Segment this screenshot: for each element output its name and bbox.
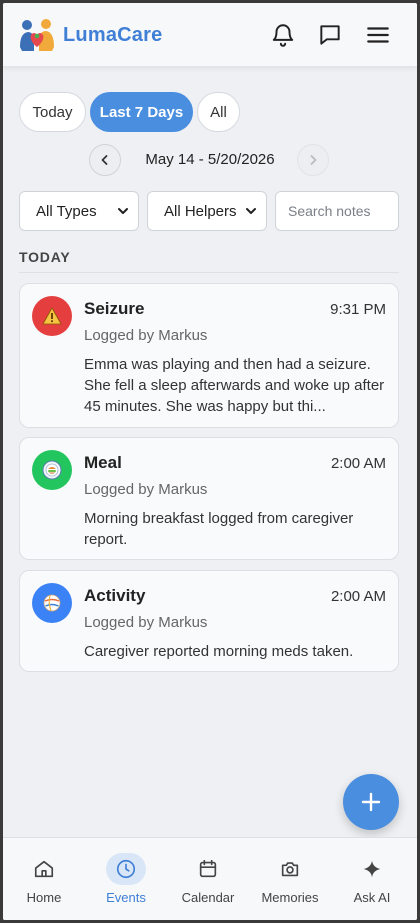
calendar-icon	[188, 853, 228, 885]
event-time: 9:31 PM	[330, 301, 386, 318]
search-notes-input[interactable]	[275, 191, 399, 231]
sparkle-icon	[352, 853, 392, 885]
chat-icon[interactable]	[317, 22, 343, 48]
event-description: Morning breakfast logged from caregiver …	[84, 510, 354, 548]
app-frame: LumaCare Today Last 7 Days All May 14 - …	[3, 3, 417, 920]
tab-today[interactable]: Today	[19, 92, 86, 132]
tab-last-7-days[interactable]: Last 7 Days	[90, 92, 193, 132]
ball-icon	[32, 583, 72, 623]
event-time: 2:00 AM	[330, 588, 386, 605]
chevron-down-icon	[118, 208, 128, 214]
type-filter-value: All Types	[36, 202, 97, 220]
nav-item-calendar[interactable]: Calendar	[167, 838, 249, 920]
home-icon	[24, 853, 64, 885]
event-card-activity[interactable]: Activity 2:00 AM Logged by Markus Caregi…	[19, 570, 399, 672]
chevron-right-icon	[310, 155, 317, 165]
date-range-label: May 14 - 5/20/2026	[145, 151, 275, 168]
event-description: Emma was playing and then had a seizure.…	[84, 356, 385, 415]
nav-item-memories[interactable]: Memories	[249, 838, 331, 920]
event-logged-by: Logged by Markus	[84, 481, 208, 498]
event-card-seizure[interactable]: Seizure 9:31 PM Logged by Markus Emma wa…	[19, 283, 399, 428]
event-type: Meal	[84, 453, 122, 472]
type-filter-select[interactable]: All Types	[19, 191, 139, 231]
bottom-navigation: Home Events Calendar Memories Ask AI	[3, 837, 417, 920]
tab-all[interactable]: All	[197, 92, 240, 132]
app-name: LumaCare	[63, 24, 163, 46]
next-range-button[interactable]	[297, 144, 329, 176]
event-description: Caregiver reported morning meds taken.	[84, 643, 354, 660]
bell-icon[interactable]	[270, 22, 296, 48]
nav-label: Ask AI	[353, 890, 391, 905]
section-divider	[19, 272, 399, 273]
nav-label: Calendar	[181, 890, 235, 905]
meal-plate-icon	[32, 450, 72, 490]
event-time: 2:00 AM	[330, 455, 386, 472]
event-card-meal[interactable]: Meal 2:00 AM Logged by Markus Morning br…	[19, 437, 399, 560]
section-heading-today: TODAY	[19, 249, 71, 265]
nav-label: Memories	[261, 890, 319, 905]
event-logged-by: Logged by Markus	[84, 327, 208, 344]
helper-filter-select[interactable]: All Helpers	[147, 191, 267, 231]
add-event-button[interactable]	[343, 774, 399, 830]
plus-icon	[361, 792, 381, 812]
nav-item-ask-ai[interactable]: Ask AI	[331, 838, 413, 920]
chevron-down-icon	[246, 208, 256, 214]
clock-icon	[106, 853, 146, 885]
nav-item-home[interactable]: Home	[3, 838, 85, 920]
event-logged-by: Logged by Markus	[84, 614, 208, 631]
camera-icon	[270, 853, 310, 885]
nav-label: Home	[26, 890, 62, 905]
lumacare-logo-icon[interactable]	[18, 17, 56, 53]
nav-item-events[interactable]: Events	[85, 838, 167, 920]
event-type: Seizure	[84, 299, 145, 318]
app-header: LumaCare	[3, 3, 417, 67]
nav-label: Events	[106, 890, 146, 905]
warning-icon	[32, 296, 72, 336]
menu-icon[interactable]	[365, 22, 391, 48]
helper-filter-value: All Helpers	[164, 202, 237, 220]
event-type: Activity	[84, 586, 146, 605]
